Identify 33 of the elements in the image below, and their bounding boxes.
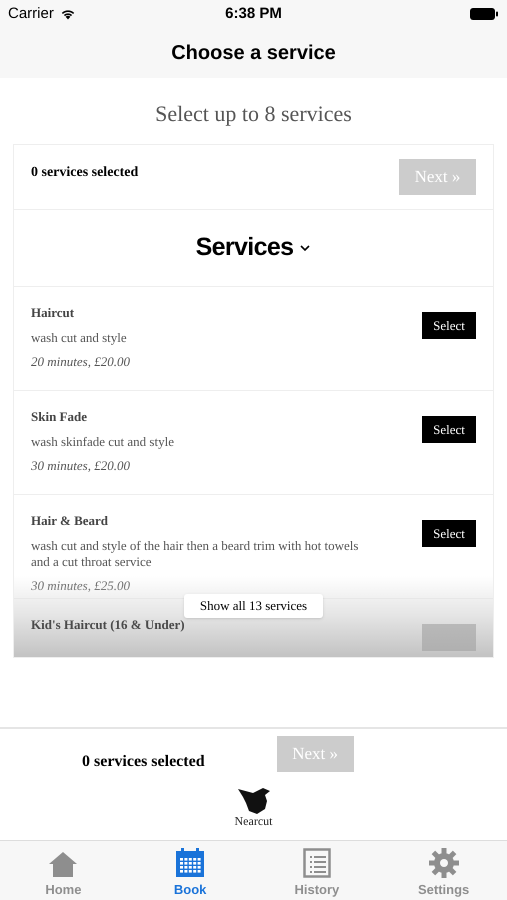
chevron-icon[interactable] xyxy=(299,243,312,253)
service-description: wash cut and style xyxy=(31,330,127,346)
selected-count: 0 services selected xyxy=(82,752,205,772)
selected-count: 0 services selected xyxy=(31,164,138,182)
wifi-icon xyxy=(60,8,76,20)
battery-icon xyxy=(469,7,499,21)
service-description: wash skinfade cut and style xyxy=(31,434,174,450)
service-description: wash cut and style of the hair then a beard trim with hot towels and a cut throat service xyxy=(31,538,360,570)
select-button[interactable]: Select xyxy=(422,520,476,547)
service-name: Hair & Beard xyxy=(31,512,108,530)
carrier-name: Carrier xyxy=(8,4,54,24)
service-name: Kid's Haircut (16 & Under) xyxy=(31,616,185,634)
tab-item[interactable]: Book xyxy=(126,841,254,900)
page-heading: Select up to 8 services xyxy=(154,100,353,128)
category-title: Services xyxy=(196,232,294,264)
nav-title: Choose a service xyxy=(171,41,336,66)
house-icon xyxy=(48,850,78,878)
brand-name: Nearcut xyxy=(234,814,272,828)
service-details: 30 minutes, £25.00 xyxy=(31,577,130,595)
status-time: 6:38 PM xyxy=(225,4,282,24)
service-name: Haircut xyxy=(31,304,74,322)
tab-item[interactable]: Settings xyxy=(380,841,507,900)
gear-icon xyxy=(428,848,459,878)
service-details: 30 minutes, £20.00 xyxy=(31,457,130,475)
service-details: 20 minutes, £20.00 xyxy=(31,353,130,371)
calendar-icon xyxy=(175,848,206,878)
show-all-button[interactable]: Show all 13 services xyxy=(184,594,324,618)
select-button[interactable]: Select xyxy=(422,416,476,443)
tab-item[interactable]: Home xyxy=(0,841,127,900)
select-button[interactable]: Select xyxy=(422,312,476,339)
service-name: Skin Fade xyxy=(31,408,87,426)
list-icon xyxy=(302,848,331,878)
tab-item[interactable]: History xyxy=(254,841,380,900)
